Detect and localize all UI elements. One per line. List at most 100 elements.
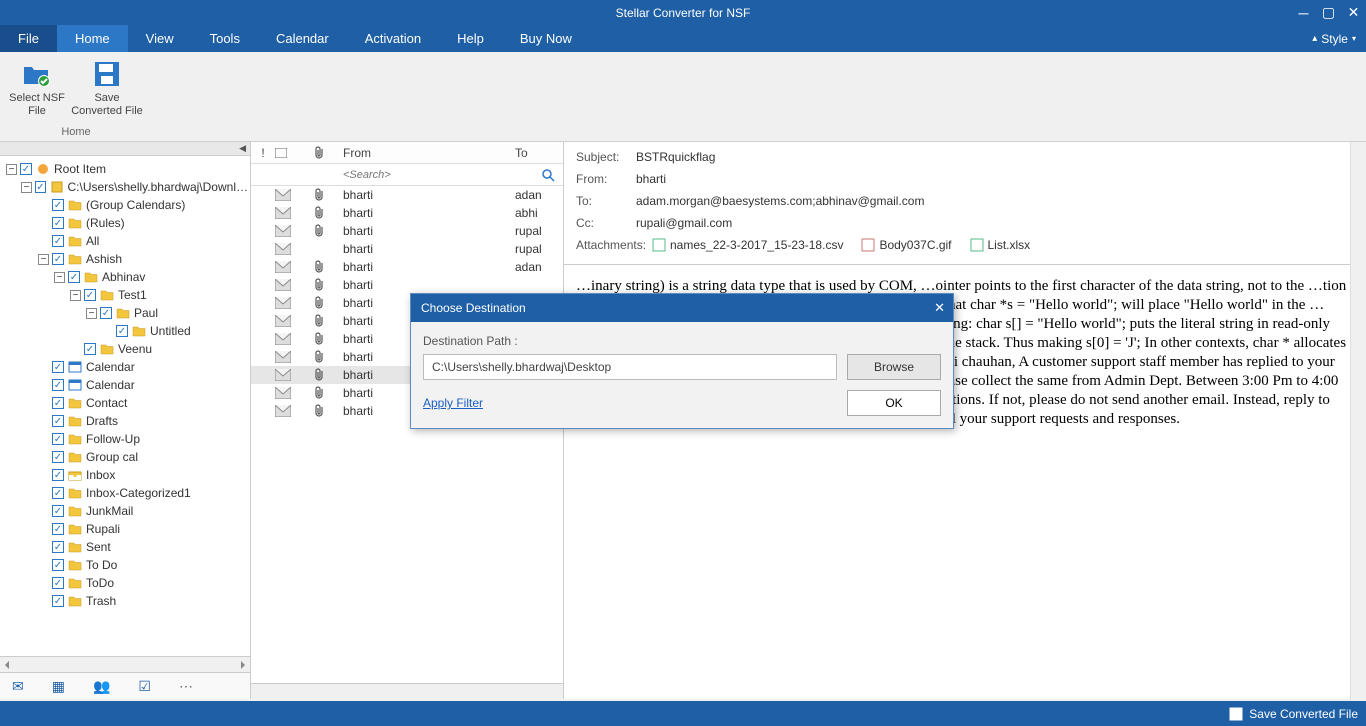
expand-icon[interactable]: − <box>21 182 32 193</box>
tree-item[interactable]: ✓Calendar <box>2 376 248 394</box>
checkbox-icon[interactable]: ✓ <box>52 451 64 463</box>
expand-icon[interactable]: − <box>38 254 49 265</box>
tree-item[interactable]: ✓Contact <box>2 394 248 412</box>
message-row[interactable]: bhartirupal <box>251 240 563 258</box>
tree-item[interactable]: ✓Inbox-Categorized1 <box>2 484 248 502</box>
checkbox-icon[interactable]: ✓ <box>100 307 112 319</box>
tree-item[interactable]: ✓(Group Calendars) <box>2 196 248 214</box>
tree-item[interactable]: ✓Drafts <box>2 412 248 430</box>
dialog-titlebar[interactable]: Choose Destination ✕ <box>411 294 953 322</box>
mail-icon[interactable]: ✉ <box>12 678 24 695</box>
save-converted-button[interactable]: Save Converted File <box>68 56 146 118</box>
checkbox-icon[interactable]: ✓ <box>52 559 64 571</box>
preview-vert-scrollbar[interactable] <box>1350 142 1366 699</box>
tree-item[interactable]: ✓ToDo <box>2 574 248 592</box>
close-button[interactable]: ✕ <box>1341 0 1366 25</box>
checkbox-icon[interactable]: ✓ <box>84 343 96 355</box>
tree-item[interactable]: ✓Calendar <box>2 358 248 376</box>
tree-item[interactable]: −✓Root Item <box>2 160 248 178</box>
menu-view[interactable]: View <box>128 25 192 52</box>
tree-item[interactable]: ✓Group cal <box>2 448 248 466</box>
tree-item[interactable]: −✓Paul <box>2 304 248 322</box>
checkbox-icon[interactable]: ✓ <box>52 505 64 517</box>
tree-horiz-scrollbar[interactable] <box>0 656 250 672</box>
destination-path-input[interactable] <box>423 354 837 380</box>
col-flag[interactable]: ! <box>251 146 275 160</box>
checkbox-icon[interactable]: ✓ <box>52 415 64 427</box>
checkbox-icon[interactable]: ✓ <box>52 217 64 229</box>
checkbox-icon[interactable]: ✓ <box>35 181 47 193</box>
col-to[interactable]: To <box>515 146 563 160</box>
col-envelope[interactable] <box>275 148 315 158</box>
people-icon[interactable]: 👥 <box>93 678 110 695</box>
ok-button[interactable]: OK <box>847 390 941 416</box>
menu-buynow[interactable]: Buy Now <box>502 25 590 52</box>
tree-item[interactable]: ✓Untitled <box>2 322 248 340</box>
checkbox-icon[interactable]: ✓ <box>52 433 64 445</box>
calendar-icon[interactable]: ▦ <box>52 678 65 695</box>
dialog-close-icon[interactable]: ✕ <box>934 300 945 316</box>
tree-item[interactable]: ✓Follow-Up <box>2 430 248 448</box>
checkbox-icon[interactable]: ✓ <box>52 361 64 373</box>
message-row[interactable]: bhartirupal <box>251 222 563 240</box>
menu-file[interactable]: File <box>0 25 57 52</box>
menu-style[interactable]: ▴ Style ▾ <box>1312 25 1356 52</box>
checkbox-icon[interactable]: ✓ <box>52 397 64 409</box>
menu-tools[interactable]: Tools <box>192 25 258 52</box>
col-from[interactable]: From <box>339 146 515 160</box>
expand-icon[interactable]: − <box>86 308 97 319</box>
status-save-button[interactable]: Save Converted File <box>1229 707 1358 721</box>
checkbox-icon[interactable]: ✓ <box>52 487 64 499</box>
tasks-icon[interactable]: ☑ <box>138 678 151 695</box>
tree-item[interactable]: −✓Test1 <box>2 286 248 304</box>
tree-item[interactable]: −✓C:\Users\shelly.bhardwaj\Downl… <box>2 178 248 196</box>
search-icon[interactable] <box>541 168 563 182</box>
tree-item[interactable]: ✓Veenu <box>2 340 248 358</box>
expand-icon[interactable]: − <box>6 164 17 175</box>
checkbox-icon[interactable]: ✓ <box>84 289 96 301</box>
checkbox-icon[interactable]: ✓ <box>52 235 64 247</box>
checkbox-icon[interactable]: ✓ <box>52 469 64 481</box>
checkbox-icon[interactable]: ✓ <box>52 253 64 265</box>
message-row[interactable]: bharti <box>251 276 563 294</box>
checkbox-icon[interactable]: ✓ <box>52 199 64 211</box>
tree-item[interactable]: −✓Abhinav <box>2 268 248 286</box>
checkbox-icon[interactable]: ✓ <box>52 541 64 553</box>
attachment-item[interactable]: List.xlsx <box>970 238 1031 252</box>
menu-help[interactable]: Help <box>439 25 502 52</box>
checkbox-icon[interactable]: ✓ <box>20 163 32 175</box>
message-rows[interactable]: bhartiadanbhartiabhibhartirupalbhartirup… <box>251 186 563 683</box>
checkbox-icon[interactable]: ✓ <box>52 577 64 589</box>
attachment-item[interactable]: names_22-3-2017_15-23-18.csv <box>652 238 843 252</box>
tree-item[interactable]: ✓All <box>2 232 248 250</box>
col-attach[interactable] <box>315 146 339 160</box>
message-row[interactable]: bhartiabhi <box>251 204 563 222</box>
menu-home[interactable]: Home <box>57 25 128 52</box>
message-row[interactable]: bhartiadan <box>251 258 563 276</box>
restore-button[interactable]: ▢ <box>1316 0 1341 25</box>
tree-item[interactable]: −✓Ashish <box>2 250 248 268</box>
tree-item[interactable]: ✓Sent <box>2 538 248 556</box>
list-horiz-scrollbar[interactable] <box>251 683 563 699</box>
menu-activation[interactable]: Activation <box>347 25 439 52</box>
checkbox-icon[interactable]: ✓ <box>116 325 128 337</box>
menu-calendar[interactable]: Calendar <box>258 25 347 52</box>
expand-icon[interactable]: − <box>70 290 81 301</box>
tree-item[interactable]: ✓(Rules) <box>2 214 248 232</box>
tree-item[interactable]: ✓Trash <box>2 592 248 610</box>
checkbox-icon[interactable]: ✓ <box>52 379 64 391</box>
tree-item[interactable]: ✓To Do <box>2 556 248 574</box>
expand-icon[interactable]: − <box>54 272 65 283</box>
message-row[interactable]: bhartiadan <box>251 186 563 204</box>
tree-item[interactable]: ✓JunkMail <box>2 502 248 520</box>
checkbox-icon[interactable]: ✓ <box>52 595 64 607</box>
checkbox-icon[interactable]: ✓ <box>68 271 80 283</box>
folder-tree[interactable]: −✓Root Item−✓C:\Users\shelly.bhardwaj\Do… <box>0 156 250 656</box>
select-nsf-button[interactable]: Select NSF File <box>6 56 68 118</box>
tree-item[interactable]: ✓Inbox <box>2 466 248 484</box>
browse-button[interactable]: Browse <box>847 354 941 380</box>
more-icon[interactable]: ⋯ <box>179 678 193 695</box>
checkbox-icon[interactable]: ✓ <box>52 523 64 535</box>
attachment-item[interactable]: Body037C.gif <box>861 238 951 252</box>
tree-item[interactable]: ✓Rupali <box>2 520 248 538</box>
